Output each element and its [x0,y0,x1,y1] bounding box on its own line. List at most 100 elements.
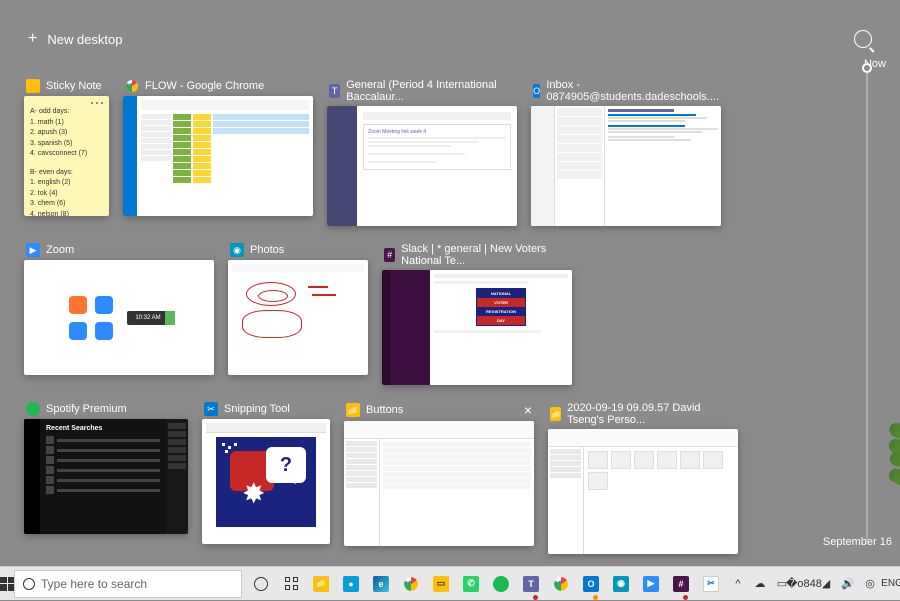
window-thumbnail[interactable] [228,260,368,375]
window-explorer-buttons[interactable]: 📁 Buttons × [344,399,534,554]
sticky-note-icon: ▭ [433,576,449,592]
window-thumbnail[interactable]: Zoom Meeting link week 4 [327,106,517,226]
plus-icon: + [28,30,37,48]
window-spotify[interactable]: Spotify Premium × Recent Searches [24,399,188,554]
window-photos[interactable]: ◉ Photos × [228,240,368,385]
system-tray: ^ ☁ ▭ �ο848 ◢ 🔊 ◎ ENG [726,567,900,600]
taskbar-app-zoom[interactable]: ▶ [636,567,666,601]
chrome-icon [125,79,139,93]
cortana-icon [254,577,268,591]
sticky-content-a: A- odd days: 1. math (1) 2. apush (3) 3.… [30,107,103,160]
window-sticky-note[interactable]: Sticky Note × A- odd days: 1. math (1) 2… [24,76,109,226]
timeline-track[interactable] [866,62,868,540]
window-title: Snipping Tool [224,403,290,415]
taskbar-app-chrome[interactable] [396,567,426,601]
window-thumbnail[interactable] [344,421,534,546]
tray-onedrive-icon[interactable]: ☁ [752,576,768,592]
taskbar-search-box[interactable]: Type here to search [14,570,242,598]
window-title: Spotify Premium [46,403,127,415]
window-title: Zoom [46,244,74,256]
tray-wifi-icon[interactable]: ◢ [818,576,834,592]
window-thumbnail[interactable]: 10:32 AM [24,260,214,375]
zoom-time: 10:32 AM [127,311,168,325]
folder-icon: 📁 [313,576,329,592]
folder-icon: 📁 [550,407,561,421]
taskbar-app-cisco[interactable]: ● [336,567,366,601]
search-placeholder: Type here to search [41,577,147,591]
window-explorer-zoom-recording[interactable]: 📁 2020-09-19 09.09.57 David Tseng's Pers… [548,399,738,554]
timeline-date-label: September 16 [823,536,892,548]
window-title: Sticky Note [46,80,102,92]
window-thumbnail[interactable] [531,106,721,226]
taskbar-app-snipping[interactable]: ✂ [696,567,726,601]
folder-icon: 📁 [346,403,360,417]
zoom-icon: ▶ [643,576,659,592]
outlook-icon: O [583,576,599,592]
cortana-button[interactable] [246,567,276,601]
teams-icon: T [523,576,539,592]
spotify-heading: Recent Searches [46,425,160,432]
new-desktop-label: New desktop [47,32,122,47]
window-title: General (Period 4 International Baccalau… [346,79,515,103]
open-windows-grid: Sticky Note × A- odd days: 1. math (1) 2… [24,76,744,554]
window-title: Slack | * general | New Voters National … [401,243,570,267]
window-title: Buttons [366,404,403,416]
slack-poster: NATIONAL VOTER REGISTRATION DAY [476,288,526,326]
taskbar-app-spotify[interactable] [486,567,516,601]
close-icon[interactable]: × [524,402,532,418]
window-snipping-tool[interactable]: ✂ Snipping Tool × ? [202,399,330,554]
tray-chevron-up-icon[interactable]: ^ [730,576,746,592]
sticky-note-icon [26,79,40,93]
search-icon[interactable] [854,30,872,48]
window-thumbnail[interactable]: Recent Searches [24,419,188,534]
window-thumbnail[interactable]: NATIONAL VOTER REGISTRATION DAY [382,270,572,385]
sticky-content-b: B- even days: 1. english (2) 2. tok (4) … [30,168,103,217]
chrome-icon [553,576,569,592]
teams-icon: T [329,84,340,98]
cisco-icon: ● [343,576,359,592]
tray-wifi-icon[interactable]: �ο848 [796,576,812,592]
window-title: Inbox - 0874905@students.dadeschools.... [546,79,719,103]
chrome-icon [403,576,419,592]
window-teams[interactable]: T General (Period 4 International Baccal… [327,76,517,226]
window-thumbnail[interactable]: ? [202,419,330,544]
window-title: 2020-09-19 09.09.57 David Tseng's Perso.… [567,402,736,426]
photos-icon: ◉ [230,243,244,257]
taskbar-app-edge[interactable]: e [366,567,396,601]
timeline-now-marker[interactable] [862,63,872,73]
new-desktop-button[interactable]: + New desktop [28,30,123,48]
notification-badge-icon [533,595,538,600]
taskbar-app-whatsapp[interactable]: ✆ [456,567,486,601]
task-view-icon [285,577,298,590]
window-zoom[interactable]: ▶ Zoom × 10:32 AM [24,240,214,385]
window-chrome-flow[interactable]: FLOW - Google Chrome × [123,76,313,226]
search-icon [23,578,35,590]
question-mark: ? [266,447,306,483]
snipping-tool-icon: ✂ [703,576,719,592]
tray-volume-icon[interactable]: 🔊 [840,576,856,592]
taskbar-app-teams[interactable]: T [516,567,546,601]
task-view-topbar: + New desktop [24,30,876,48]
window-outlook[interactable]: O Inbox - 0874905@students.dadeschools..… [531,76,721,226]
taskbar-app-photos[interactable]: ◉ [606,567,636,601]
whatsapp-icon: ✆ [463,576,479,592]
tray-language[interactable]: ENG [884,576,900,592]
window-thumbnail[interactable] [548,429,738,554]
start-button[interactable] [0,567,14,601]
photos-icon: ◉ [613,576,629,592]
task-view-button[interactable] [276,567,306,601]
window-thumbnail[interactable] [123,96,313,216]
window-slack[interactable]: # Slack | * general | New Voters Nationa… [382,240,572,385]
taskbar-app-explorer[interactable]: 📁 [306,567,336,601]
tray-location-icon[interactable]: ◎ [862,576,878,592]
outlook-icon: O [533,84,540,98]
snipping-tool-icon: ✂ [204,402,218,416]
spotify-icon [493,576,509,592]
slack-icon: # [673,576,689,592]
window-thumbnail[interactable]: A- odd days: 1. math (1) 2. apush (3) 3.… [24,96,109,216]
taskbar-app-outlook[interactable]: O [576,567,606,601]
taskbar-app-sticky[interactable]: ▭ [426,567,456,601]
taskbar-app-slack[interactable]: # [666,567,696,601]
taskbar-pinned-apps: 📁 ● e ▭ ✆ T O ◉ ▶ # ✂ [246,567,726,600]
taskbar-app-chrome2[interactable] [546,567,576,601]
